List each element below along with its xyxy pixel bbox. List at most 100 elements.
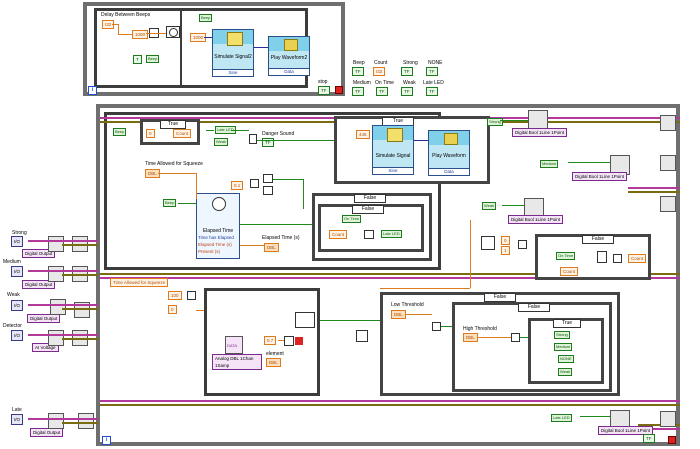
sim-icon (387, 128, 403, 142)
wire-g6v (303, 179, 304, 209)
wire-o4 (278, 340, 284, 341)
elapsed-out-2: Elapsed Time (s) (198, 242, 232, 247)
wire-late-l (28, 418, 98, 420)
top-iteration-terminal: i (88, 86, 97, 95)
ind-ontime-label: On Time (375, 80, 394, 86)
threshold-case-selector[interactable]: False (484, 293, 516, 302)
lateled-local-2: Late LED (381, 230, 402, 238)
daq-stop-medium (660, 155, 676, 171)
wire-delay-2 (118, 34, 132, 35)
weak-local-1-label: Weak (216, 139, 227, 144)
danger-label: Danger Sound (262, 131, 295, 137)
one-const: 1 (501, 246, 510, 255)
count2-case-selector[interactable]: False (582, 235, 614, 244)
simulate-signal[interactable]: Simulate Signal Sine (372, 125, 414, 175)
beep-local-main-label: Beep (115, 129, 125, 134)
add-node (518, 240, 527, 249)
strong-ctl-type[interactable]: I/O (11, 236, 24, 247)
ind-none: TF (426, 67, 438, 76)
ontime-local-1: On Time (342, 215, 362, 223)
detector-ctl-label: Detector (3, 323, 22, 329)
element-indicator: DBL (266, 358, 281, 367)
ontime-local-2-label: On Time (558, 253, 574, 258)
ind-none-label: NONE (428, 60, 443, 66)
daq-stop-late (660, 411, 676, 427)
wire-o7 (470, 220, 471, 288)
daq-write-strong[interactable] (528, 110, 548, 130)
detector-ctl-type[interactable]: I/O (11, 330, 24, 341)
weak-local-1: Weak (214, 138, 229, 146)
wire-pink-right (628, 187, 680, 189)
zero-const-2: 0 (501, 236, 510, 245)
stop-node-red (295, 337, 303, 345)
daq-create-late[interactable] (48, 413, 64, 429)
delay-value[interactable]: 1000 (132, 30, 149, 39)
wire-g3 (257, 140, 334, 141)
element-label: element (266, 351, 284, 357)
wire-g6 (273, 179, 303, 180)
medium-local-1: Medium (540, 160, 559, 168)
ind-lateled: TF (426, 87, 438, 96)
low-threshold-control[interactable]: DBL (391, 310, 406, 319)
high-threshold-control[interactable]: DBL (463, 333, 478, 342)
lateled-local-2-label: Late LED (383, 231, 400, 236)
time-allowed-local: Time Allowed for Squeeze (110, 278, 169, 287)
count-zero: 0 (146, 129, 155, 138)
simulate-signal2[interactable]: Simulate Signal2 Sine (212, 29, 254, 77)
daq-start-late[interactable] (78, 413, 94, 429)
weak-local-3: Weak (558, 368, 573, 376)
lateled-local-3: Late LED (551, 414, 572, 422)
const-445: 445 (356, 130, 370, 139)
weak-ctl-label: Weak (7, 292, 20, 298)
elapsed-indicator: DBL (264, 243, 279, 252)
medium-ctl-label: Medium (3, 259, 21, 265)
compare-node-1 (250, 179, 259, 188)
beep-local-main: Beep (113, 128, 127, 136)
beep-local-2-label: Beep (201, 15, 211, 20)
time-allowed-label: Time Allowed for Squeeze (145, 161, 203, 167)
high-threshold-label: High Threshold (463, 326, 497, 332)
wire-medium-l (28, 270, 98, 272)
play-waveform[interactable]: Play Waveform Data (428, 130, 470, 176)
weak-ctl-type[interactable]: I/O (11, 300, 24, 311)
late-ctl-type[interactable]: I/O (11, 414, 24, 425)
sequence-divider (180, 8, 182, 88)
level-case-selector[interactable]: True (553, 319, 581, 328)
count-case-selector[interactable]: True (160, 120, 186, 129)
const-100: 100 (168, 291, 182, 300)
const-0: 0 (168, 305, 177, 314)
ontime-inner-selector[interactable]: False (352, 205, 384, 214)
late-ctl[interactable]: Digital Output (30, 428, 64, 437)
count-local-2: Count (329, 230, 348, 239)
dbool-strong: Digital Bool 1Line 1Point (512, 128, 568, 137)
ontime-case-selector[interactable]: False (354, 194, 386, 203)
none-local-label: NONE (560, 356, 572, 361)
and-node-2 (263, 186, 273, 195)
weak-ctl[interactable]: Digital Output (27, 314, 61, 323)
sim2-sub: Sine (213, 69, 253, 76)
beep-local-3: Beep (163, 199, 177, 207)
index-node-2 (356, 330, 368, 342)
wire-weak-l (28, 304, 98, 306)
dbool-weak: Digital Bool 1Line 1Point (508, 215, 564, 224)
elapsed-time-express[interactable]: Elapsed Time Time has Elapsed Elapsed Ti… (196, 193, 240, 259)
stop-control[interactable]: TF (318, 86, 330, 95)
main-stop-const: TF (643, 434, 655, 443)
beep-local-3-label: Beep (165, 200, 175, 205)
ontime-local-2: On Time (556, 252, 576, 260)
elapsed-title: Elapsed Time (202, 228, 234, 234)
beep-local-1-label: Beep (148, 56, 158, 61)
main-iteration-terminal: i (102, 436, 111, 445)
index-array-node (481, 236, 495, 250)
const-0-1: 0.1 (231, 181, 244, 190)
high-case-selector[interactable]: False (518, 303, 550, 312)
daq-create-weak[interactable] (50, 299, 66, 315)
wire-delay-v (118, 24, 119, 34)
speaker-icon (284, 39, 298, 51)
analog-label: Analog DBL 1Chan 1Samp (212, 354, 262, 370)
medium-ctl-type[interactable]: I/O (11, 266, 24, 277)
wire-g11 (568, 162, 610, 163)
play-waveform2[interactable]: Play Waveform2 Data (268, 36, 310, 76)
analog-data-tag: DATA (227, 343, 238, 348)
late-ctl-label: Late (12, 407, 22, 413)
